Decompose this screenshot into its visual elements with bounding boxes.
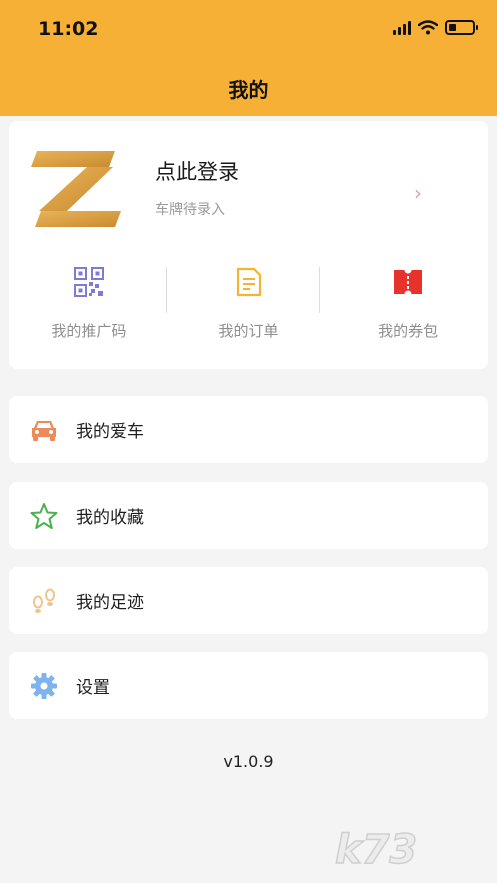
menu-footprints-label: 我的足迹 bbox=[76, 593, 144, 613]
menu-my-car[interactable]: 我的爱车 bbox=[9, 396, 488, 463]
watermark-logo: k73 bbox=[334, 826, 418, 874]
order-icon bbox=[232, 265, 266, 298]
menu-settings[interactable]: 设置 bbox=[9, 652, 488, 719]
quick-actions: 我的推广码 我的订单 我的券包 bbox=[9, 261, 488, 341]
coupon-icon bbox=[391, 265, 425, 298]
menu-my-car-label: 我的爱车 bbox=[76, 422, 144, 442]
car-icon bbox=[29, 415, 59, 445]
watermark-text: k73 bbox=[335, 827, 417, 873]
battery-icon bbox=[445, 20, 478, 35]
orders-button[interactable]: 我的订单 bbox=[169, 261, 329, 341]
app-header: 11:02 我的 bbox=[0, 0, 497, 116]
menu-favorites[interactable]: 我的收藏 bbox=[9, 482, 488, 549]
menu-footprints[interactable]: 我的足迹 bbox=[9, 567, 488, 634]
page-title: 我的 bbox=[228, 78, 269, 102]
orders-label: 我的订单 bbox=[218, 322, 279, 340]
qr-code-icon bbox=[72, 265, 106, 298]
footprint-icon bbox=[29, 586, 59, 616]
app-logo-icon bbox=[31, 151, 121, 227]
gear-icon bbox=[29, 671, 59, 701]
plate-hint: 车牌待录入 bbox=[155, 202, 225, 218]
signal-icon bbox=[393, 20, 411, 35]
menu-settings-label: 设置 bbox=[76, 678, 110, 698]
coupon-button[interactable]: 我的券包 bbox=[328, 261, 488, 341]
star-icon bbox=[29, 501, 59, 531]
profile-card: 点此登录 车牌待录入 › 我的推广码 我的订单 我的券包 bbox=[9, 121, 488, 369]
promo-code-button[interactable]: 我的推广码 bbox=[9, 261, 169, 341]
promo-code-label: 我的推广码 bbox=[51, 322, 127, 340]
divider bbox=[319, 267, 320, 313]
menu-favorites-label: 我的收藏 bbox=[76, 508, 144, 528]
divider bbox=[166, 267, 167, 313]
wifi-icon bbox=[418, 20, 438, 35]
status-time: 11:02 bbox=[38, 18, 99, 40]
chevron-right-icon[interactable]: › bbox=[414, 181, 422, 205]
coupon-label: 我的券包 bbox=[378, 322, 439, 340]
login-link[interactable]: 点此登录 bbox=[155, 156, 239, 186]
status-icons bbox=[393, 20, 478, 35]
app-version: v1.0.9 bbox=[223, 752, 274, 771]
